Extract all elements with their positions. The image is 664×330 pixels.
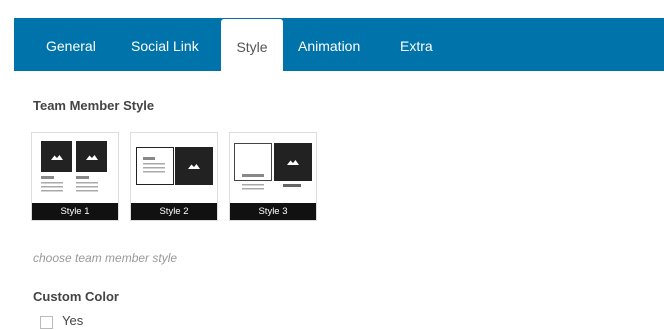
style-3-caption: Style 3: [230, 203, 316, 220]
tab-bar: General Social Link Style Animation Extr…: [14, 18, 664, 71]
style-1-caption: Style 1: [32, 203, 118, 220]
style-3-preview: [234, 143, 312, 190]
tab-extra[interactable]: Extra: [400, 18, 433, 71]
tab-animation[interactable]: Animation: [298, 18, 360, 71]
style-option-2[interactable]: Style 2: [130, 132, 218, 221]
style-1-preview: [41, 141, 107, 192]
custom-color-label: Custom Color: [33, 289, 119, 304]
tab-social-link[interactable]: Social Link: [131, 18, 199, 71]
style-2-caption: Style 2: [131, 203, 217, 220]
style-option-1[interactable]: Style 1: [31, 132, 119, 221]
style-2-preview: [136, 147, 213, 185]
tab-style[interactable]: Style: [221, 19, 283, 71]
team-member-style-label: Team Member Style: [33, 98, 155, 113]
style-option-3[interactable]: Style 3: [229, 132, 317, 221]
tab-general[interactable]: General: [46, 18, 96, 71]
custom-color-checkbox[interactable]: [40, 316, 53, 329]
style-hint: choose team member style: [33, 251, 178, 265]
custom-color-checkbox-label[interactable]: Yes: [62, 313, 83, 328]
